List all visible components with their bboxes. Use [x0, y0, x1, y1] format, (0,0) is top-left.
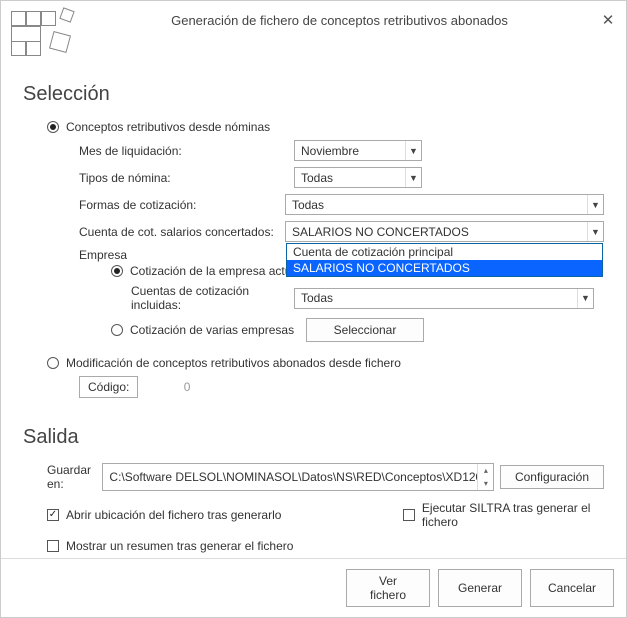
- label-tipos: Tipos de nómina:: [79, 171, 294, 185]
- dropdown-list: Cuenta de cotización principal SALARIOS …: [286, 243, 603, 277]
- close-icon[interactable]: ✕: [598, 11, 618, 29]
- section-seleccion: Selección: [23, 83, 604, 106]
- combo-cuentas-inc[interactable]: Todas ▼: [294, 288, 594, 309]
- label-codigo: Código:: [88, 380, 129, 394]
- section-salida: Salida: [23, 426, 604, 449]
- cancelar-button[interactable]: Cancelar: [530, 569, 614, 607]
- check-siltra[interactable]: [403, 509, 415, 521]
- combo-tipos-value: Todas: [295, 171, 405, 185]
- label-cot-varias: Cotización de varias empresas: [130, 323, 306, 337]
- check-resumen[interactable]: [47, 540, 59, 552]
- scrollbar[interactable]: ▴▾: [477, 464, 493, 490]
- label-cuenta-sal: Cuenta de cot. salarios concertados:: [79, 225, 285, 239]
- label-abrir: Abrir ubicación del fichero tras generar…: [66, 508, 281, 522]
- chevron-down-icon: ▼: [405, 141, 421, 160]
- label-cot-actual: Cotización de la empresa actual: [130, 264, 301, 278]
- chevron-down-icon: ▼: [577, 289, 593, 308]
- chevron-down-icon: ▼: [587, 195, 603, 214]
- dropdown-option-selected[interactable]: SALARIOS NO CONCERTADOS: [287, 260, 602, 276]
- combo-mes-value: Noviembre: [295, 144, 405, 158]
- chevron-down-icon: ▼: [405, 168, 421, 187]
- radio-desde-fichero[interactable]: [47, 357, 59, 369]
- guardar-path-value: C:\Software DELSOL\NOMINASOL\Datos\NS\RE…: [103, 464, 477, 490]
- combo-formas-value: Todas: [286, 198, 587, 212]
- guardar-path[interactable]: C:\Software DELSOL\NOMINASOL\Datos\NS\RE…: [102, 463, 494, 491]
- codigo-value[interactable]: 0: [150, 380, 190, 394]
- label-cuentas-inc: Cuentas de cotización incluidas:: [131, 284, 294, 312]
- combo-formas[interactable]: Todas ▼: [285, 194, 604, 215]
- combo-cuenta-sal[interactable]: SALARIOS NO CONCERTADOS ▼ Cuenta de coti…: [285, 221, 604, 242]
- combo-mes[interactable]: Noviembre ▼: [294, 140, 422, 161]
- label-desde-fichero: Modificación de conceptos retributivos a…: [66, 356, 401, 370]
- window-title: Generación de fichero de conceptos retri…: [81, 11, 598, 28]
- label-resumen: Mostrar un resumen tras generar el fiche…: [66, 539, 293, 553]
- dropdown-option[interactable]: Cuenta de cotización principal: [287, 244, 602, 260]
- radio-cot-actual[interactable]: [111, 265, 123, 277]
- label-guardar: Guardar en:: [47, 463, 102, 491]
- combo-cuenta-sal-value: SALARIOS NO CONCERTADOS: [286, 225, 587, 239]
- app-logo: [11, 11, 81, 61]
- combo-tipos[interactable]: Todas ▼: [294, 167, 422, 188]
- codigo-label-box: Código:: [79, 376, 138, 398]
- ver-fichero-button[interactable]: Ver fichero: [346, 569, 430, 607]
- combo-cuentas-inc-value: Todas: [295, 291, 577, 305]
- check-abrir[interactable]: [47, 509, 59, 521]
- radio-cot-varias[interactable]: [111, 324, 123, 336]
- label-desde-nominas: Conceptos retributivos desde nóminas: [66, 120, 270, 134]
- label-formas: Formas de cotización:: [79, 198, 285, 212]
- label-mes: Mes de liquidación:: [79, 144, 294, 158]
- seleccionar-button[interactable]: Seleccionar: [306, 318, 424, 342]
- chevron-down-icon: ▼: [587, 222, 603, 241]
- generar-button[interactable]: Generar: [438, 569, 522, 607]
- label-siltra: Ejecutar SILTRA tras generar el fichero: [422, 501, 604, 529]
- config-button[interactable]: Configuración: [500, 465, 604, 489]
- radio-desde-nominas[interactable]: [47, 121, 59, 133]
- label-empresa: Empresa: [79, 248, 294, 262]
